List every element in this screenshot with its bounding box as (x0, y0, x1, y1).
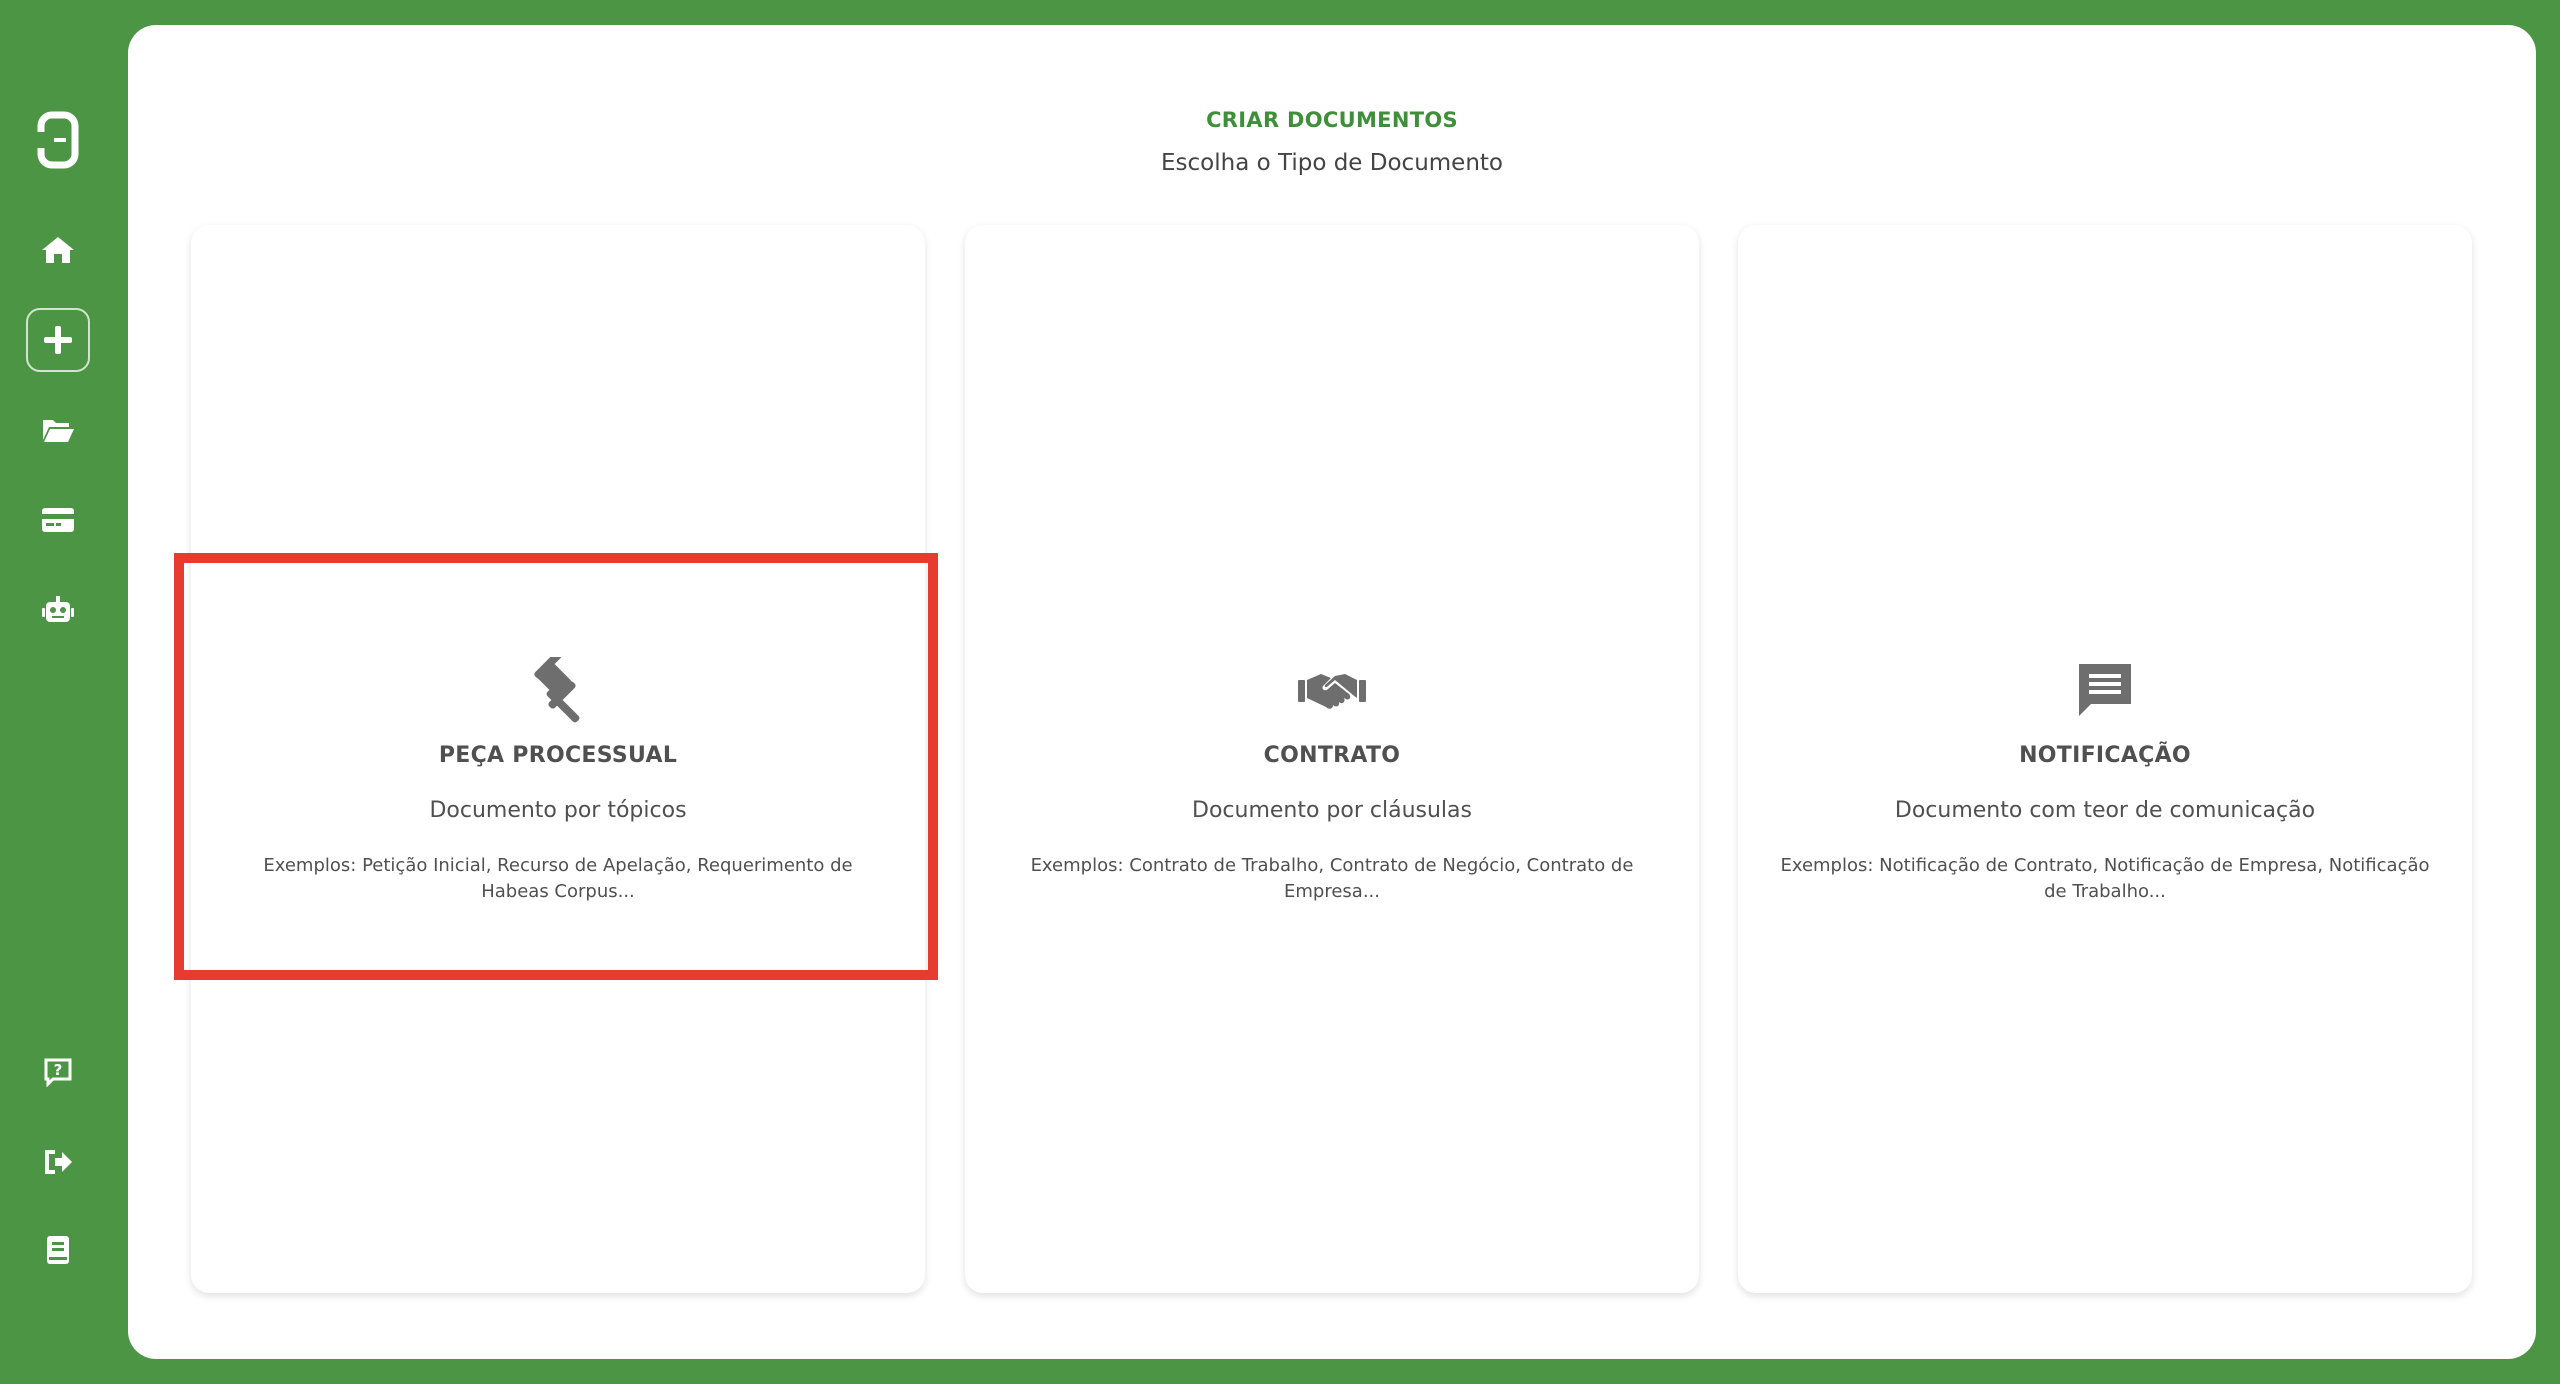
robot-icon (42, 596, 74, 622)
folder-open-icon (43, 420, 74, 442)
card-title: CONTRATO (1263, 743, 1401, 768)
sidebar-item-assistant[interactable] (26, 578, 90, 642)
handshake-icon (1005, 655, 1659, 725)
sidebar-item-logout[interactable] (26, 1130, 90, 1194)
card-peca-processual[interactable]: PEÇA PROCESSUAL Documento por tópicos Ex… (191, 225, 925, 1293)
sidebar-item-documents[interactable] (26, 398, 90, 462)
plus-icon (44, 326, 72, 354)
book-icon (47, 1236, 69, 1264)
card-examples: Exemplos: Petição Inicial, Recurso de Ap… (263, 855, 853, 902)
sidebar-item-home[interactable] (26, 218, 90, 282)
main-panel: CRIAR DOCUMENTOS Escolha o Tipo de Docum… (128, 25, 2536, 1359)
sidebar-item-help[interactable]: ? (26, 1040, 90, 1104)
page-header: CRIAR DOCUMENTOS Escolha o Tipo de Docum… (128, 85, 2536, 176)
card-description: Documento por tópicos (429, 798, 687, 823)
card-title: NOTIFICAÇÃO (2019, 743, 2191, 768)
card-notificacao[interactable]: NOTIFICAÇÃO Documento com teor de comuni… (1738, 225, 2472, 1293)
sidebar-item-billing[interactable] (26, 488, 90, 552)
card-examples: Exemplos: Contrato de Trabalho, Contrato… (1030, 855, 1634, 902)
card-examples: Exemplos: Notificação de Contrato, Notif… (1780, 855, 2430, 902)
card-content: NOTIFICAÇÃO Documento com teor de comuni… (1738, 655, 2472, 905)
sidebar-item-create[interactable] (26, 308, 90, 372)
page-subtitle: Escolha o Tipo de Documento (1161, 150, 1503, 176)
card-description: Documento com teor de comunicação (1894, 798, 2316, 823)
sidebar: ? (0, 0, 128, 1384)
message-icon (1778, 655, 2432, 725)
app-logo-icon (36, 111, 79, 169)
home-icon (42, 237, 74, 263)
card-description: Documento por cláusulas (1192, 798, 1472, 823)
gavel-icon (231, 655, 885, 725)
page-title: CRIAR DOCUMENTOS (1206, 108, 1458, 132)
app-logo[interactable] (26, 108, 90, 172)
credit-card-icon (42, 508, 74, 532)
card-title: PEÇA PROCESSUAL (438, 743, 678, 768)
help-icon: ? (44, 1058, 72, 1087)
sidebar-item-manual[interactable] (26, 1218, 90, 1282)
card-content: PEÇA PROCESSUAL Documento por tópicos Ex… (191, 655, 925, 905)
logout-icon (45, 1150, 72, 1174)
svg-text:?: ? (54, 1061, 63, 1079)
card-contrato[interactable]: CONTRATO Documento por cláusulas Exemplo… (965, 225, 1699, 1293)
card-content: CONTRATO Documento por cláusulas Exemplo… (965, 655, 1699, 905)
